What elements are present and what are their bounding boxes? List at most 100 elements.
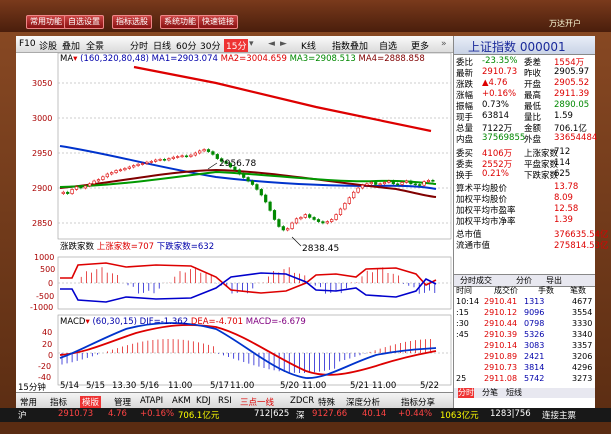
candle-body — [118, 169, 123, 172]
y-tick-3000: 3000 — [32, 114, 53, 123]
f10-button[interactable]: F10 — [19, 39, 36, 49]
tab-15min[interactable]: 15分 — [224, 39, 249, 52]
tab-akm[interactable]: AKM — [172, 396, 191, 406]
tick-row: 10:14 2910.41 1313 4677 — [454, 297, 595, 307]
status-bar: 沪 2910.73 4.76 +0.16% 706.1亿元 712|625 深 … — [0, 408, 611, 422]
more-button[interactable]: 更多 — [411, 39, 429, 52]
next-icon[interactable]: ► — [280, 39, 287, 49]
candle-body — [396, 183, 400, 186]
ma-params: (160,320,80,48) — [80, 54, 149, 64]
quote-cell: 2910.73 — [482, 67, 518, 77]
tab-special[interactable]: 特殊 — [318, 396, 335, 408]
tab-price-dist[interactable]: 分价 — [516, 275, 532, 286]
quote-tab[interactable]: 分笔 — [482, 388, 498, 398]
quote-cell: 加权平均市净率 — [456, 217, 516, 227]
time-tick: 5/22 — [420, 381, 440, 391]
macd-legend: MACD▾ (60,30,15) DIF=-1.362 DEA=-4.701 M… — [60, 317, 306, 327]
candle-body — [176, 156, 180, 158]
candle-body — [334, 214, 338, 220]
candle-body — [61, 191, 65, 194]
indicator-select-button[interactable]: 指标选股 — [112, 15, 152, 29]
candle-body — [242, 173, 246, 178]
ma-legend: MA▾ (160,320,80,48) MA1=2903.074 MA2=300… — [60, 54, 425, 64]
tab-daily[interactable]: 日线 — [153, 39, 171, 52]
candle-body — [264, 194, 268, 203]
overlay-button[interactable]: 叠加 — [62, 39, 80, 52]
candle-body — [101, 176, 105, 180]
candle-body — [154, 159, 158, 162]
ud-tick-500: 500 — [40, 265, 56, 274]
tick-cell: 5742 — [524, 374, 545, 383]
quote-cell: 1.59 — [554, 111, 573, 121]
tab-rsi[interactable]: RSI — [218, 396, 232, 406]
candle-body — [127, 166, 131, 169]
ma-head: MA — [60, 54, 74, 64]
watchlist-button[interactable]: 自选 — [379, 39, 397, 52]
tab-sandian[interactable]: 三点一线 — [240, 396, 274, 408]
tab-30min[interactable]: 30分 — [200, 39, 220, 52]
chart-svg: 2956.78 2838.45 — [57, 53, 452, 386]
quote-cell: 流通市值 — [456, 241, 491, 251]
time-tick: 5/20 — [280, 381, 300, 391]
tick-cell: 4296 — [572, 363, 593, 372]
tick-cell: 0798 — [524, 319, 545, 328]
tick-header-cell: 笔数 — [570, 286, 586, 295]
tick-cell: 2910.89 — [484, 352, 518, 361]
ma2-label: MA2=3004.659 — [220, 54, 287, 64]
tab-indicator-share[interactable]: 指标分享 — [401, 396, 435, 408]
tab-manage[interactable]: 管理 — [114, 396, 131, 408]
dropdown-icon[interactable]: ▾ — [249, 39, 254, 49]
time-tick: 11.00 — [372, 381, 397, 391]
candle-body — [132, 165, 136, 168]
candle-body — [316, 219, 321, 222]
quote-tab[interactable]: 短线 — [506, 388, 522, 398]
tab-deep-analysis[interactable]: 深度分析 — [346, 396, 380, 408]
y-tick-2850: 2850 — [32, 219, 53, 228]
candle-body — [347, 197, 351, 204]
tab-zdcr[interactable]: ZDCR — [290, 396, 314, 406]
tick-cell: 1313 — [524, 297, 545, 306]
tick-cell: 3083 — [524, 341, 545, 350]
updown-title: 涨跌家数 — [60, 242, 95, 252]
tab-60min[interactable]: 60分 — [176, 39, 196, 52]
macd-tick-0: 0 — [48, 351, 54, 360]
candle-body — [294, 218, 299, 224]
tab-indicators[interactable]: 指标 — [50, 396, 67, 408]
tick-header-cell: 手数 — [538, 286, 554, 295]
tab-intraday[interactable]: 分时 — [130, 39, 148, 52]
candle-body — [202, 149, 206, 152]
panorama-button[interactable]: 全景 — [86, 39, 104, 52]
quick-link-button[interactable]: 快速链接 — [198, 15, 238, 29]
quote-row: 加权平均市盈率 12.58 — [454, 204, 595, 216]
tick-row: 2910.89 2421 3206 — [454, 352, 595, 362]
diagnose-button[interactable]: 诊股 — [39, 39, 57, 52]
candle-body — [268, 201, 272, 211]
tick-cell: 3340 — [572, 330, 593, 339]
ud-tick-1000: 1000 — [34, 253, 55, 262]
sh-amount: 706.1亿元 — [178, 411, 220, 421]
system-func-button[interactable]: 系统功能 — [160, 15, 200, 29]
expand-icon[interactable]: » — [441, 39, 447, 49]
candle-body — [96, 179, 101, 182]
tab-kdj[interactable]: KDJ — [196, 396, 211, 406]
tick-cell: 3357 — [572, 341, 593, 350]
tab-tick-trades[interactable]: 分时成交 — [460, 275, 492, 286]
ud-tick-m1000: -1000 — [30, 303, 54, 312]
account-open-link[interactable]: 万达开户 — [549, 18, 581, 29]
macd-tick-40: 40 — [42, 328, 53, 337]
candle-body — [299, 217, 303, 220]
tick-header: 时间 成交价 手数 笔数 — [454, 286, 595, 296]
sz-price: 9127.66 — [312, 409, 348, 419]
prev-icon[interactable]: ◄ — [268, 39, 275, 49]
quote-tab[interactable]: 分时 — [458, 388, 474, 398]
kline-button[interactable]: K线 — [301, 39, 316, 52]
common-func-button[interactable]: 常用功能 — [26, 15, 66, 29]
index-overlay-button[interactable]: 指数叠加 — [332, 39, 368, 52]
watchlist-settings-button[interactable]: 自选设置 — [64, 15, 104, 29]
tab-template[interactable]: 模版 — [80, 396, 102, 408]
tick-row: 25 2911.08 5742 3273 — [454, 374, 595, 384]
tab-export[interactable]: 导出 — [546, 275, 562, 286]
tab-common[interactable]: 常用 — [20, 396, 37, 408]
quote-row: 涨跌 ▲4.76 开盘 2905.52 — [454, 78, 595, 90]
tab-atapi[interactable]: ATAPI — [140, 396, 163, 406]
